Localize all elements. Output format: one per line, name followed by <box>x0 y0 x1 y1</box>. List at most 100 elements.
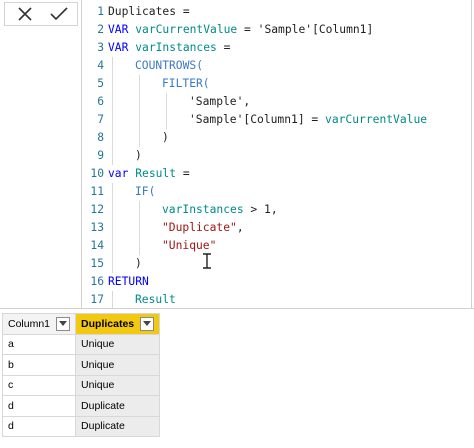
data-table: Column1 Duplicates a Unique b Unique c Unique d… <box>1 313 161 437</box>
table-cell[interactable]: d <box>1 395 77 417</box>
cancel-button[interactable] <box>7 3 43 25</box>
table-cell[interactable]: Unique <box>75 374 161 396</box>
code-token: "Unique" <box>162 239 217 252</box>
indent-guide <box>139 111 140 129</box>
code-text: IF( <box>135 183 155 201</box>
code-line[interactable]: 1 Duplicates = <box>86 3 466 21</box>
formula-scroll-edge <box>471 0 472 308</box>
code-token: Result <box>135 293 176 306</box>
code-text: COUNTROWS( <box>135 57 203 75</box>
indent-guide <box>112 255 113 273</box>
code-line[interactable]: 2 VAR varCurrentValue = 'Sample'[Column1] <box>86 21 466 39</box>
table-cell[interactable]: Duplicate <box>75 415 161 437</box>
commit-buttons <box>4 2 78 26</box>
code-token: varInstances <box>135 41 217 54</box>
table-header-row: Column1 Duplicates <box>1 313 161 335</box>
line-number: 16 <box>90 275 104 288</box>
table-body: a Unique b Unique c Unique d Duplicate d Duplicat… <box>1 333 161 437</box>
code-line[interactable]: 14 "Unique" <box>86 237 466 255</box>
indent-guide <box>139 75 140 93</box>
code-text: Result <box>135 291 176 309</box>
indent-guide <box>139 201 140 219</box>
table-cell[interactable]: b <box>1 354 77 376</box>
indent-guide <box>112 93 113 111</box>
code-line[interactable]: 4 COUNTROWS( <box>86 57 466 75</box>
code-text: ) <box>162 129 169 147</box>
code-text: VAR varCurrentValue = 'Sample'[Column1] <box>108 21 373 39</box>
line-number: 15 <box>90 257 104 270</box>
code-token: 'Sample'[Column1] = <box>189 113 326 126</box>
table-row[interactable]: d Duplicate <box>1 395 161 417</box>
code-line[interactable]: 15) <box>86 255 466 273</box>
code-line[interactable]: 9) <box>86 147 466 165</box>
code-line[interactable]: 17 Result <box>86 291 466 309</box>
indent-guide <box>112 129 113 147</box>
table-cell[interactable]: Duplicate <box>75 395 161 417</box>
formula-bar-border <box>0 308 474 309</box>
code-text: 'Sample'[Column1] = varCurrentValue <box>189 111 427 129</box>
code-token: > 1, <box>243 203 278 216</box>
line-number: 9 <box>97 149 104 162</box>
code-text: "Duplicate", <box>162 219 244 237</box>
line-number: 8 <box>97 131 104 144</box>
line-number: 6 <box>97 95 104 108</box>
code-line[interactable]: 8) <box>86 129 466 147</box>
formula-editor[interactable]: 1 Duplicates = 2 VAR varCurrentValue = 'Sam… <box>86 3 466 309</box>
check-icon <box>50 7 68 21</box>
code-token: ) <box>135 149 142 162</box>
indent-guide <box>112 57 113 75</box>
code-text: Duplicates = <box>108 3 190 21</box>
code-token: FILTER( <box>162 77 210 90</box>
table-row[interactable]: b Unique <box>1 354 161 376</box>
indent-guide <box>112 237 113 255</box>
code-token: VAR <box>108 41 136 54</box>
table-row[interactable]: d Duplicate <box>1 415 161 437</box>
code-token: "Duplicate" <box>162 221 237 234</box>
code-line[interactable]: 16 RETURN <box>86 273 466 291</box>
code-text: 'Sample', <box>189 93 250 111</box>
column-header-label: Column1 <box>8 317 51 330</box>
table-row[interactable]: a Unique <box>1 333 161 355</box>
code-line[interactable]: 5 FILTER( <box>86 75 466 93</box>
code-text: ) <box>135 255 142 273</box>
chevron-down-icon <box>143 320 152 326</box>
column-header-label: Duplicates <box>81 317 135 330</box>
table-cell[interactable]: Unique <box>75 354 161 376</box>
indent-guide <box>112 201 113 219</box>
table-cell[interactable]: Unique <box>75 333 161 355</box>
code-token: , <box>236 221 244 234</box>
filter-dropdown-button[interactable] <box>140 316 155 331</box>
indent-guide <box>166 111 167 129</box>
code-line[interactable]: 11 IF( <box>86 183 466 201</box>
code-text: FILTER( <box>162 75 210 93</box>
table-row[interactable]: c Unique <box>1 374 161 396</box>
code-line[interactable]: 13 "Duplicate", <box>86 219 466 237</box>
code-line[interactable]: 7 'Sample'[Column1] = varCurrentValue <box>86 111 466 129</box>
line-number: 12 <box>90 203 104 216</box>
column-header-column1[interactable]: Column1 <box>1 313 77 335</box>
code-text: ) <box>135 147 142 165</box>
column-header-duplicates[interactable]: Duplicates <box>75 313 161 335</box>
code-line[interactable]: 12 varInstances > 1, <box>86 201 466 219</box>
table-cell[interactable]: c <box>1 374 77 396</box>
close-icon <box>18 7 32 21</box>
code-token: = 'Sample'[Column1] <box>237 23 374 36</box>
code-token: Result <box>135 167 177 180</box>
filter-dropdown-button[interactable] <box>56 316 71 331</box>
table-cell[interactable]: d <box>1 415 77 437</box>
line-number: 11 <box>90 185 104 198</box>
code-line[interactable]: 3 VAR varInstances = <box>86 39 466 57</box>
indent-guide <box>139 93 140 111</box>
indent-guide <box>112 75 113 93</box>
table-cell[interactable]: a <box>1 333 77 355</box>
confirm-button[interactable] <box>41 3 77 25</box>
code-line[interactable]: 6 'Sample', <box>86 93 466 111</box>
line-number: 17 <box>90 293 104 306</box>
code-token: Duplicates = <box>108 5 190 18</box>
line-number: 5 <box>97 77 104 90</box>
indent-guide <box>112 147 113 165</box>
code-token: VAR <box>108 23 136 36</box>
code-line[interactable]: 10 var Result = <box>86 165 466 183</box>
indent-guide <box>112 219 113 237</box>
indent-guide <box>139 219 140 237</box>
